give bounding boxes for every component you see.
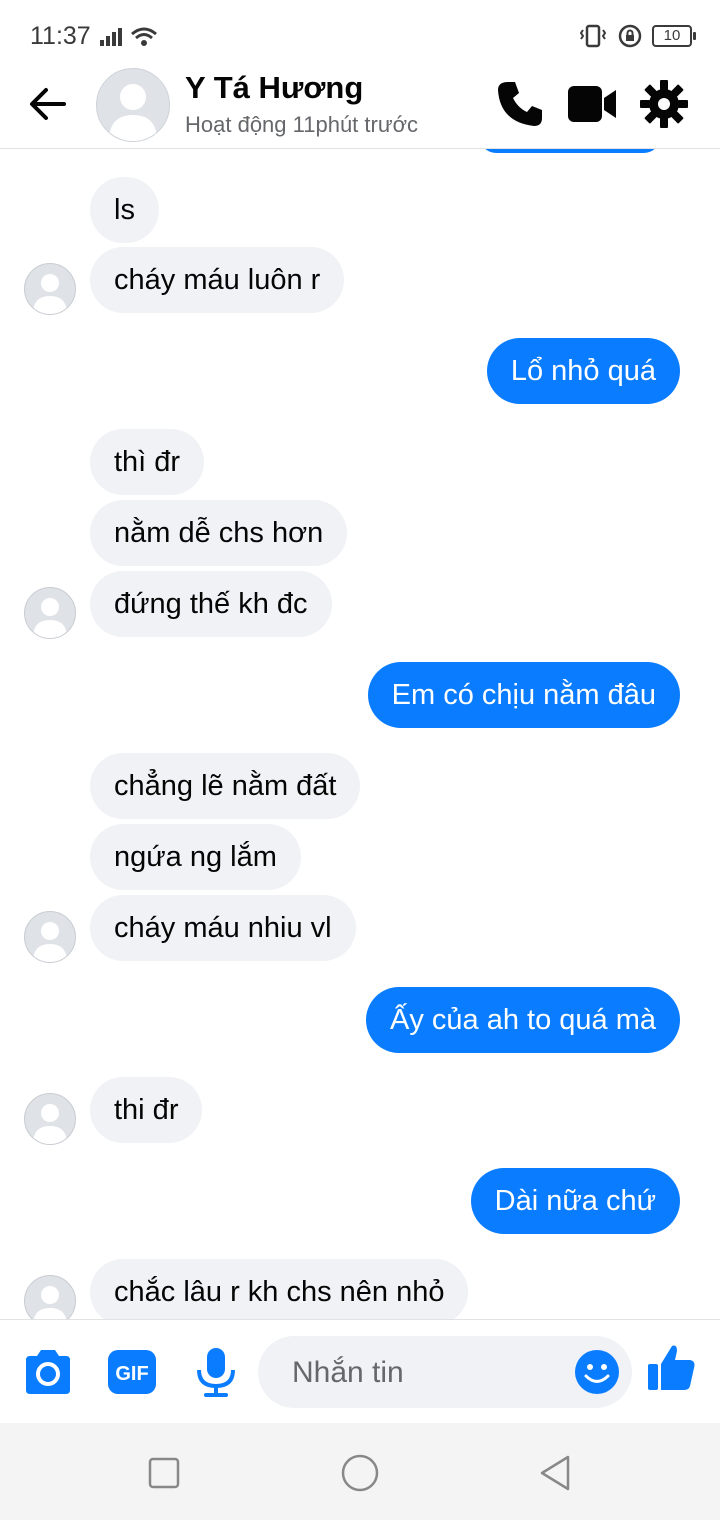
- sender-avatar[interactable]: [24, 911, 76, 963]
- phone-icon[interactable]: [494, 78, 546, 130]
- incoming-message[interactable]: cháy máu nhiu vl: [90, 895, 356, 961]
- sender-avatar[interactable]: [24, 263, 76, 315]
- sender-avatar[interactable]: [24, 587, 76, 639]
- incoming-message[interactable]: thi đr: [90, 1077, 203, 1143]
- vibrate-icon: [579, 24, 607, 48]
- status-right: 10: [578, 24, 696, 48]
- contact-avatar[interactable]: [96, 68, 170, 142]
- default-avatar-icon: [33, 1104, 67, 1144]
- lock-rotation-icon: [618, 24, 642, 48]
- camera-icon[interactable]: [22, 1346, 74, 1398]
- message-composer: GIF: [0, 1319, 720, 1424]
- default-avatar-icon: [33, 598, 67, 638]
- video-camera-icon[interactable]: [566, 78, 618, 130]
- message-input-wrap: [258, 1336, 632, 1410]
- outgoing-message[interactable]: Dài nữa chứ: [470, 1168, 680, 1234]
- message-thread[interactable]: ls cháy máu luôn r Lổ nhỏ quá thì đr nằm…: [0, 149, 720, 1319]
- home-icon[interactable]: [338, 1451, 382, 1495]
- contact-name[interactable]: Y Tá Hương: [185, 70, 363, 106]
- outgoing-message[interactable]: Ấy của ah to quá mà: [366, 987, 680, 1053]
- gif-label: GIF: [115, 1363, 148, 1385]
- battery-icon: 10: [652, 25, 696, 47]
- chat-header: Y Tá Hương Hoạt động 11phút trước: [0, 60, 720, 149]
- recent-apps-icon[interactable]: [142, 1451, 186, 1495]
- sender-avatar[interactable]: [24, 1275, 76, 1319]
- default-avatar-icon: [33, 1286, 67, 1319]
- status-time: 11:37: [30, 22, 91, 50]
- emoji-icon[interactable]: [574, 1349, 620, 1395]
- gif-icon[interactable]: GIF: [106, 1346, 158, 1398]
- back-triangle-icon[interactable]: [534, 1451, 578, 1495]
- outgoing-message[interactable]: Lổ nhỏ quá: [486, 338, 680, 404]
- incoming-message[interactable]: ls: [90, 177, 159, 243]
- incoming-message[interactable]: thì đr: [90, 429, 205, 495]
- message-input[interactable]: [290, 1336, 564, 1410]
- wifi-icon: [131, 27, 157, 46]
- outgoing-message[interactable]: Em có chịu nằm đâu: [367, 662, 680, 728]
- incoming-message[interactable]: đứng thế kh đc: [90, 571, 332, 637]
- signal-icon: [100, 28, 122, 46]
- default-avatar-icon: [33, 274, 67, 314]
- gear-icon[interactable]: [638, 78, 690, 130]
- default-avatar-icon: [109, 84, 157, 141]
- default-avatar-icon: [33, 922, 67, 962]
- incoming-message[interactable]: cháy máu luôn r: [90, 247, 345, 313]
- incoming-message[interactable]: chắc lâu r kh chs nên nhỏ: [90, 1259, 469, 1319]
- thumbs-up-icon[interactable]: [646, 1342, 698, 1394]
- partial-outgoing-bubble: [480, 149, 660, 153]
- android-nav-bar: [0, 1423, 720, 1520]
- microphone-icon[interactable]: [190, 1346, 242, 1398]
- incoming-message[interactable]: nằm dễ chs hơn: [90, 500, 348, 566]
- incoming-message[interactable]: chẳng lẽ nằm đất: [90, 753, 361, 819]
- sender-avatar[interactable]: [24, 1093, 76, 1145]
- incoming-message[interactable]: ngứa ng lắm: [90, 824, 301, 890]
- activity-status: Hoạt động 11phút trước: [185, 112, 418, 137]
- back-arrow-icon[interactable]: [26, 84, 70, 124]
